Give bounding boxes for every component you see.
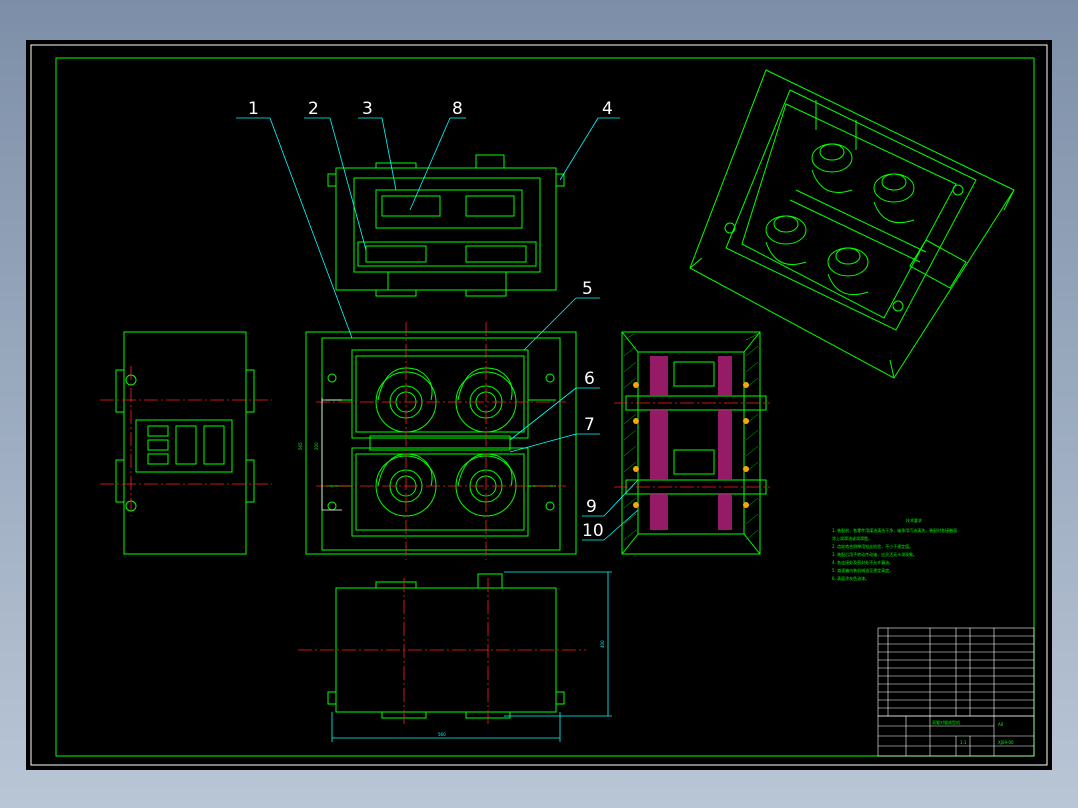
tech-req-line-3: 2. 齿轮啮合侧隙用铅丝检验，不小于规定值。: [832, 543, 913, 549]
leader-lines: [236, 117, 639, 541]
front-view: [305, 331, 577, 555]
tech-req-title: 技术要求: [906, 517, 922, 523]
dimension-height-inner: 200: [314, 442, 319, 450]
top-view: [327, 154, 565, 297]
side-view-left: [115, 331, 255, 555]
title-block-drawing-number: XJ09-00: [998, 740, 1014, 745]
section-wall-hatch: [623, 333, 759, 541]
part-label-4: 4: [602, 99, 613, 119]
technical-requirements: 技术要求 1. 装配前，各零件用煤油清洗干净，轴承用汽油清洗，装配时各接触面 涂…: [832, 517, 957, 581]
tech-req-line-1: 1. 装配前，各零件用煤油清洗干净，轴承用汽油清洗，装配时各接触面: [832, 527, 957, 533]
title-block-scale: 1:1: [960, 740, 967, 745]
part-label-3: 3: [362, 99, 373, 119]
part-label-10: 10: [582, 521, 604, 541]
tech-req-line-6: 5. 减速箱内装机械油至规定高度。: [832, 567, 893, 573]
part-label-7: 7: [584, 415, 595, 435]
drawing-sheet: 565 200 400 560 1 2 3 8 4 5 6 7 9 10 技术要…: [26, 40, 1052, 770]
part-label-6: 6: [584, 369, 595, 389]
part-label-8: 8: [452, 99, 463, 119]
dimension-width-bottom: 560: [438, 732, 446, 737]
cad-drawing: 565 200 400 560 1 2 3 8 4 5 6 7 9 10 技术要…: [30, 44, 1048, 766]
section-view: [621, 331, 767, 555]
part-label-2: 2: [308, 99, 319, 119]
title-block-sheet: A0: [998, 722, 1004, 727]
tech-req-line-2: 涂上润滑油或润滑脂。: [832, 535, 872, 541]
dimension-height-overall: 565: [298, 442, 303, 450]
bottom-view: [327, 573, 565, 719]
bottom-view-dimensions: [331, 571, 612, 742]
bill-of-materials: [877, 627, 1035, 717]
tech-req-line-7: 6. 表面涂灰色油漆。: [832, 575, 869, 581]
section-hatching: [650, 356, 732, 530]
outer-border: [30, 44, 1048, 766]
part-label-9: 9: [586, 497, 597, 517]
tech-req-line-5: 4. 各连接处及密封处不允许漏油。: [832, 559, 893, 565]
title-block-drawing-title: 双辊对辊成型机: [932, 719, 960, 725]
dimension-depth: 400: [600, 640, 605, 648]
front-view-dimensions: [321, 398, 342, 511]
bottom-view-centerlines: [298, 578, 586, 726]
part-label-5: 5: [582, 279, 593, 299]
tech-req-line-4: 3. 装配后用手转动传动轴，应灵活无卡滞现象。: [832, 551, 917, 557]
part-label-1: 1: [248, 99, 259, 119]
inner-frame: [55, 57, 1035, 757]
